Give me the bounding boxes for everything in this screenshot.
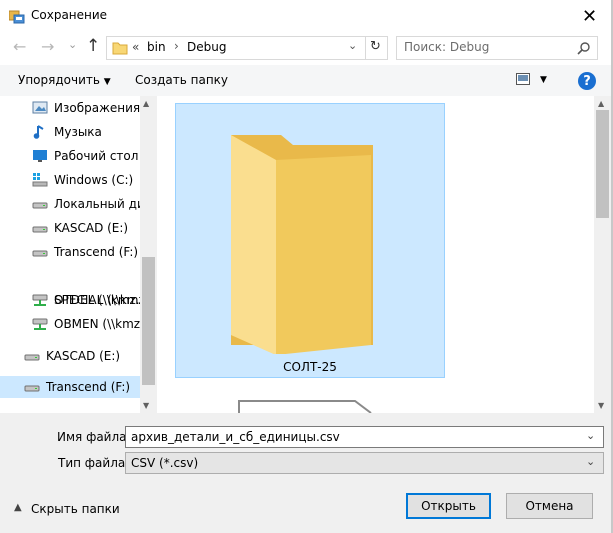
up-button[interactable]: ↑: [86, 36, 100, 56]
sidebar-item-label: OBMEN (\\kmz.s: [54, 317, 142, 331]
close-button[interactable]: ✕: [566, 0, 613, 32]
sidebar-item-transcend-f-selected[interactable]: Transcend (F:): [0, 376, 140, 398]
open-label: Открыть: [421, 499, 476, 513]
search-placeholder: Поиск: Debug: [404, 40, 490, 54]
sidebar-scroll-down[interactable]: ▼: [143, 401, 149, 410]
drive-icon: [32, 226, 48, 233]
sidebar-item-label: Музыка: [54, 125, 102, 139]
filetype-label: Тип файла:: [58, 456, 130, 470]
view-dropdown-icon[interactable]: ▼: [540, 75, 547, 85]
folder-icon: [112, 42, 128, 55]
forward-button[interactable]: →: [41, 37, 54, 56]
sidebar-item-transcend-f[interactable]: Transcend (F:): [32, 241, 138, 263]
search-icon: [577, 42, 590, 55]
organize-button[interactable]: Упорядочить ▼: [18, 73, 111, 87]
organize-label: Упорядочить: [18, 73, 100, 87]
content-scroll-up[interactable]: ▲: [598, 99, 604, 108]
sidebar-item-label: Рабочий стол: [54, 149, 139, 163]
cancel-label: Отмена: [525, 499, 574, 513]
breadcrumb-separator: ›: [174, 39, 179, 53]
filename-label: Имя файла:: [57, 430, 131, 444]
open-button[interactable]: Открыть: [406, 493, 491, 519]
sidebar-item-desktop[interactable]: Рабочий стол: [32, 145, 138, 167]
cancel-button[interactable]: Отмена: [506, 493, 593, 519]
search-input[interactable]: Поиск: Debug: [396, 36, 598, 60]
address-bar[interactable]: « bin › Debug ⌄ ↻: [106, 36, 388, 60]
desktop-icon: [33, 150, 47, 162]
hide-folders-icon[interactable]: ▲: [14, 502, 22, 513]
sidebar-item-label: Transcend (F:): [46, 380, 131, 394]
chevron-down-icon[interactable]: ⌄: [586, 429, 595, 442]
sidebar-item-pictures[interactable]: Изображения: [32, 97, 140, 119]
sidebar-item-label: KASCAD (E:): [54, 221, 129, 235]
filetype-value: CSV (*.csv): [131, 456, 199, 470]
address-overflow[interactable]: «: [132, 40, 139, 54]
back-button[interactable]: ←: [13, 37, 26, 56]
hide-folders-button[interactable]: Скрыть папки: [31, 502, 120, 516]
sidebar-item-obmen[interactable]: OBMEN (\\kmz.s: [32, 313, 142, 335]
sidebar-item-music[interactable]: Музыка: [32, 121, 102, 143]
drive-icon: [24, 354, 40, 361]
sidebar-item-kascad-e-2[interactable]: KASCAD (E:): [24, 345, 140, 367]
help-button[interactable]: ?: [578, 72, 596, 90]
chevron-down-icon: ⌄: [586, 455, 596, 468]
content-scroll-down[interactable]: ▼: [598, 401, 604, 410]
sidebar-item-label: Windows (C:): [54, 173, 134, 187]
breadcrumb-bin[interactable]: bin: [147, 40, 166, 54]
help-icon: ?: [583, 73, 591, 89]
sidebar-scroll-thumb[interactable]: [142, 257, 155, 385]
recent-locations-button[interactable]: ⌄: [68, 38, 77, 51]
sidebar-item-label: SPECIAL (\\kmz.: [54, 293, 142, 307]
content-scroll-thumb[interactable]: [596, 110, 609, 218]
filename-field[interactable]: архив_детали_и_сб_единицы.csv ⌄: [125, 426, 604, 448]
partial-item-icon: [238, 400, 372, 413]
sidebar-item-label: Transcend (F:): [54, 245, 139, 259]
drive-icon: [32, 250, 48, 257]
sidebar-item-local-disk[interactable]: Локальный дис: [32, 193, 151, 215]
breadcrumb-debug[interactable]: Debug: [187, 40, 226, 54]
sidebar-item-label: Изображения: [54, 101, 141, 115]
network-drive-icon: [32, 318, 48, 330]
folder-item[interactable]: СОЛТ-25: [175, 103, 445, 378]
filename-value: архив_детали_и_сб_единицы.csv: [131, 430, 340, 444]
address-divider: [365, 37, 366, 59]
sidebar-item-special[interactable]: SPECIAL (\\kmz.: [32, 289, 142, 311]
large-folder-icon: [231, 135, 373, 354]
drive-icon: [32, 202, 48, 209]
command-toolbar: Упорядочить ▼ Создать папку ▼ ?: [0, 65, 613, 97]
sidebar-item-windows-c[interactable]: Windows (C:): [32, 169, 133, 191]
sidebar-item-label: KASCAD (E:): [46, 349, 121, 363]
pictures-icon: [32, 101, 48, 114]
network-drive-icon: [32, 294, 48, 306]
title-bar: Сохранение ✕: [0, 0, 613, 32]
filetype-select[interactable]: CSV (*.csv) ⌄: [125, 452, 604, 474]
organize-dropdown-icon: ▼: [103, 77, 111, 87]
close-icon: ✕: [581, 5, 598, 27]
drive-icon: [24, 385, 40, 392]
save-dialog-icon: [9, 10, 25, 24]
folder-name: СОЛТ-25: [283, 360, 337, 374]
sidebar-item-kascad-e[interactable]: KASCAD (E:): [32, 217, 128, 239]
new-folder-button[interactable]: Создать папку: [135, 73, 228, 87]
sidebar-item-label: Локальный дис: [54, 197, 152, 211]
refresh-button[interactable]: ↻: [370, 39, 381, 54]
music-icon: [33, 125, 44, 139]
sidebar-scroll-up[interactable]: ▲: [143, 99, 149, 108]
address-dropdown-button[interactable]: ⌄: [348, 39, 357, 52]
windows-drive-icon: [32, 173, 48, 187]
window-title: Сохранение: [31, 8, 108, 22]
view-icon[interactable]: [516, 73, 530, 86]
